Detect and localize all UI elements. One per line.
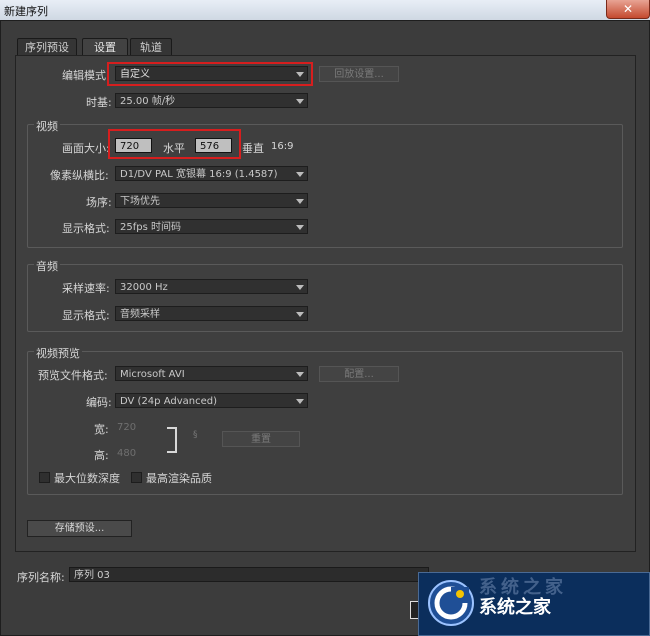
sample-rate-label: 采样速率:	[62, 282, 110, 295]
tab-label: 轨道	[140, 41, 162, 54]
preview-height-value: 480	[117, 448, 137, 459]
close-icon: ✕	[622, 2, 634, 16]
timebase-value: 25.00 帧/秒	[120, 96, 176, 107]
preview-width-value: 720	[117, 422, 137, 433]
timebase-label: 时基:	[86, 96, 112, 109]
chevron-down-icon	[296, 312, 304, 317]
system-home-logo-icon	[428, 580, 474, 626]
video-display-format-value: 25fps 时间码	[120, 222, 181, 233]
tab-label: 序列预设	[25, 41, 69, 54]
button-label: 存储预设...	[54, 523, 105, 534]
preview-height-label: 高:	[94, 449, 109, 462]
chevron-down-icon	[296, 172, 304, 177]
button-label: 回放设置...	[334, 69, 384, 80]
audio-group-title: 音频	[34, 258, 60, 274]
sample-rate-value: 32000 Hz	[120, 282, 168, 293]
chevron-down-icon	[296, 225, 304, 230]
max-render-quality-label: 最高渲染品质	[146, 472, 212, 485]
highlight-box	[107, 62, 313, 86]
close-button[interactable]: ✕	[606, 0, 650, 19]
video-group-title: 视频	[34, 118, 60, 134]
edit-mode-label: 编辑模式:	[62, 69, 110, 82]
video-preview-group-title: 视频预览	[34, 345, 82, 361]
vertical-label: 垂直	[242, 142, 264, 155]
video-display-format-select[interactable]: 25fps 时间码	[115, 219, 308, 234]
chevron-down-icon	[296, 285, 304, 290]
title-bar: 新建序列 ✕	[0, 0, 650, 20]
sequence-name-input[interactable]: 序列 03	[69, 567, 429, 582]
fields-label: 场序:	[86, 196, 112, 209]
pixel-aspect-value: D1/DV PAL 宽银幕 16:9 (1.4587)	[120, 169, 278, 180]
fields-value: 下场优先	[120, 196, 160, 207]
timebase-select[interactable]: 25.00 帧/秒	[115, 93, 308, 108]
chevron-down-icon	[296, 99, 304, 104]
pixel-aspect-label: 像素纵横比:	[50, 169, 109, 182]
codec-label: 编码:	[86, 396, 112, 409]
watermark-logo: 系统之家 系统之家	[418, 572, 650, 636]
chevron-down-icon	[296, 372, 304, 377]
audio-display-format-value: 音频采样	[120, 309, 160, 320]
preview-file-format-value: Microsoft AVI	[120, 369, 185, 380]
save-preset-button[interactable]: 存储预设...	[27, 520, 132, 537]
max-render-quality-checkbox[interactable]	[131, 472, 142, 483]
highlight-box	[108, 129, 241, 159]
sequence-name-label: 序列名称:	[17, 571, 65, 584]
frame-size-label: 画面大小:	[62, 142, 110, 155]
link-bracket-icon	[167, 427, 177, 453]
chevron-down-icon	[296, 199, 304, 204]
preview-file-format-select[interactable]: Microsoft AVI	[115, 366, 308, 381]
window-title: 新建序列	[4, 5, 48, 18]
fields-select[interactable]: 下场优先	[115, 193, 308, 208]
aspect-ratio-label: 16:9	[271, 141, 294, 152]
max-bit-depth-label: 最大位数深度	[54, 472, 120, 485]
codec-select[interactable]: DV (24p Advanced)	[115, 393, 308, 408]
watermark-text: 系统之家	[479, 597, 551, 618]
max-bit-depth-checkbox[interactable]	[39, 472, 50, 483]
pixel-aspect-select[interactable]: D1/DV PAL 宽银幕 16:9 (1.4587)	[115, 166, 308, 181]
chevron-down-icon	[296, 399, 304, 404]
tab-label: 设置	[94, 41, 116, 54]
button-label: 重置	[251, 434, 271, 445]
audio-group	[27, 264, 623, 332]
configure-button[interactable]: 配置...	[319, 366, 399, 382]
playback-settings-button[interactable]: 回放设置...	[319, 66, 399, 82]
video-display-format-label: 显示格式:	[62, 222, 110, 235]
button-label: 配置...	[344, 369, 374, 380]
sample-rate-select[interactable]: 32000 Hz	[115, 279, 308, 294]
audio-display-format-label: 显示格式:	[62, 309, 110, 322]
codec-value: DV (24p Advanced)	[120, 396, 217, 407]
chain-link-icon[interactable]: §	[193, 430, 198, 440]
preview-width-label: 宽:	[94, 423, 109, 436]
preview-file-format-label: 预览文件格式:	[38, 369, 108, 382]
reset-button[interactable]: 重置	[222, 431, 300, 447]
audio-display-format-select[interactable]: 音频采样	[115, 306, 308, 321]
